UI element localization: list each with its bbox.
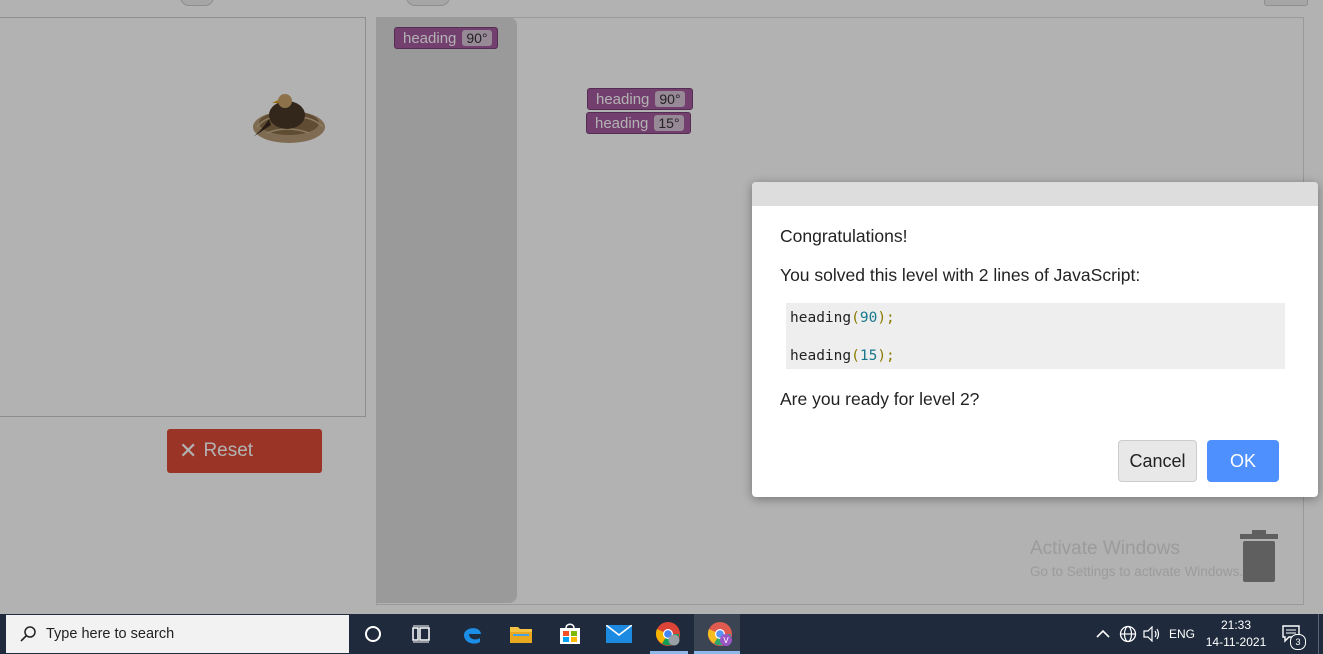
clock-date: 14-11-2021 (1205, 635, 1267, 649)
dialog-question: Are you ready for level 2? (780, 389, 980, 409)
show-desktop-button[interactable] (1318, 614, 1323, 654)
notification-count-badge: 3 (1290, 634, 1306, 650)
code-block: heading(90); heading(15); (786, 303, 1285, 369)
windows-taskbar: Type here to search V ENG 21:33 14-11-20… (0, 614, 1323, 654)
notification-center-button[interactable]: 3 (1281, 614, 1306, 654)
microsoft-store-icon[interactable] (557, 621, 583, 647)
network-icon[interactable] (1119, 614, 1137, 654)
code-punctuation: ); (877, 348, 895, 364)
ok-button[interactable]: OK (1207, 440, 1279, 482)
code-punctuation: ); (877, 310, 895, 326)
cancel-button[interactable]: Cancel (1118, 440, 1197, 482)
dialog-title: Congratulations! (780, 226, 908, 246)
code-function: heading (790, 348, 852, 364)
file-explorer-icon[interactable] (508, 621, 534, 647)
code-punctuation: ( (851, 310, 860, 326)
code-line: heading(90); (790, 310, 895, 326)
dialog-message: You solved this level with 2 lines of Ja… (780, 265, 1141, 285)
volume-icon[interactable] (1143, 614, 1161, 654)
watermark-subtitle: Go to Settings to activate Windows. (1030, 564, 1244, 579)
search-icon (20, 626, 36, 642)
search-placeholder: Type here to search (46, 626, 175, 642)
code-punctuation: ( (851, 348, 860, 364)
game-app: ✕ Reset heading 90° heading 90° heading … (0, 0, 1323, 614)
chevron-up-icon (1096, 629, 1110, 638)
dialog-title-bar[interactable] (752, 182, 1318, 206)
edge-browser-icon[interactable] (459, 621, 485, 647)
clock-time: 21:33 (1220, 618, 1252, 632)
system-clock[interactable]: 21:33 14-11-2021 (1203, 617, 1269, 651)
activate-windows-watermark: Activate Windows Go to Settings to activ… (1030, 538, 1243, 579)
show-hidden-icons-button[interactable] (1096, 614, 1110, 654)
code-number: 90 (859, 310, 878, 326)
active-app-highlight (694, 614, 740, 654)
code-number: 15 (859, 348, 878, 364)
cortana-icon[interactable] (360, 621, 386, 647)
task-view-icon[interactable] (408, 621, 434, 647)
chrome-icon[interactable] (655, 621, 681, 647)
code-function: heading (790, 310, 852, 326)
watermark-title: Activate Windows (1030, 538, 1180, 559)
mail-icon[interactable] (606, 621, 632, 647)
success-dialog: Congratulations! You solved this level w… (752, 182, 1318, 497)
code-line: heading(15); (790, 348, 895, 364)
taskbar-search-box[interactable]: Type here to search (6, 615, 349, 653)
input-language-indicator[interactable]: ENG (1169, 614, 1195, 654)
